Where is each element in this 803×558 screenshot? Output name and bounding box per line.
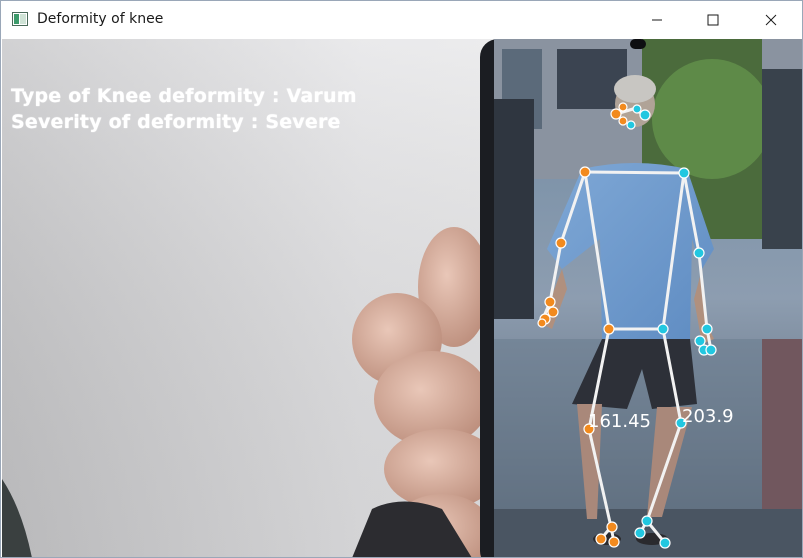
deformity-severity-label: Severity of deformity : Severe xyxy=(11,111,341,133)
close-button[interactable] xyxy=(748,1,794,39)
app-icon xyxy=(12,12,28,26)
close-icon xyxy=(765,14,777,26)
minimize-icon xyxy=(652,19,662,21)
maximize-icon xyxy=(707,14,719,26)
left-knee-angle: 161.45 xyxy=(588,411,651,432)
minimize-button[interactable] xyxy=(634,1,680,39)
title-bar[interactable]: Deformity of knee xyxy=(1,1,802,39)
window-title: Deformity of knee xyxy=(37,11,164,27)
app-window: Deformity of knee Type of Knee deformity… xyxy=(0,0,803,558)
right-knee-angle: 203.9 xyxy=(682,406,734,427)
deformity-type-label: Type of Knee deformity : Varum xyxy=(11,85,357,107)
video-frame: Type of Knee deformity : Varum Severity … xyxy=(2,39,802,557)
maximize-button[interactable] xyxy=(690,1,736,39)
